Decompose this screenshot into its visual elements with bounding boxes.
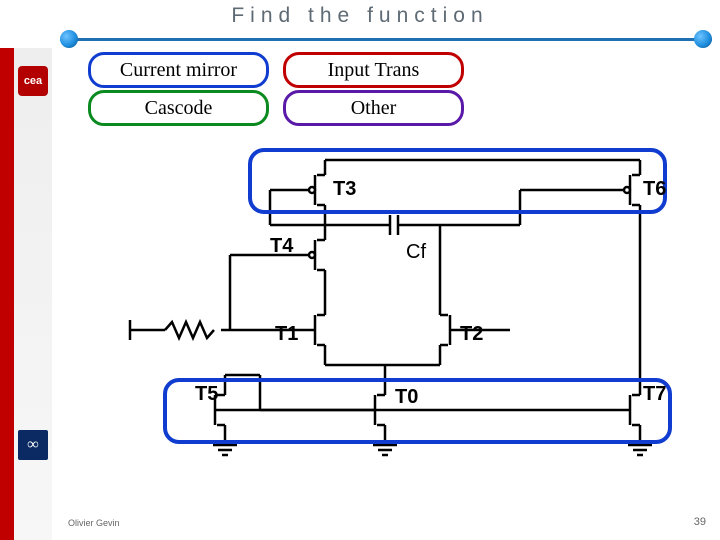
sidebar-stripe-red — [0, 48, 14, 540]
legend-other: Other — [283, 90, 464, 126]
label-T1: T1 — [275, 323, 298, 345]
title-rule — [60, 38, 712, 41]
cea-logo: cea — [18, 66, 48, 96]
label-Cf: Cf — [406, 241, 426, 263]
rule-dot-right — [694, 30, 712, 48]
rule-dot-left — [60, 30, 78, 48]
irfu-logo: ∞ — [18, 430, 48, 460]
label-T0: T0 — [395, 386, 418, 408]
label-T4: T4 — [270, 235, 294, 257]
legend-input-trans: Input Trans — [283, 52, 464, 88]
page-number: 39 — [694, 516, 706, 528]
circuit-schematic: T3 T6 T4 Cf T1 T2 T5 T0 T7 — [110, 140, 680, 470]
label-T5: T5 — [195, 383, 218, 405]
slide-title: Find the function — [0, 4, 720, 28]
label-T2: T2 — [460, 323, 483, 345]
sidebar-stripe-grey — [14, 48, 52, 540]
label-T6: T6 — [643, 178, 666, 200]
legend-cascode: Cascode — [88, 90, 269, 126]
legend-current-mirror: Current mirror — [88, 52, 269, 88]
label-T3: T3 — [333, 178, 356, 200]
label-T7: T7 — [643, 383, 666, 405]
footer-author: Olivier Gevin — [68, 518, 120, 528]
